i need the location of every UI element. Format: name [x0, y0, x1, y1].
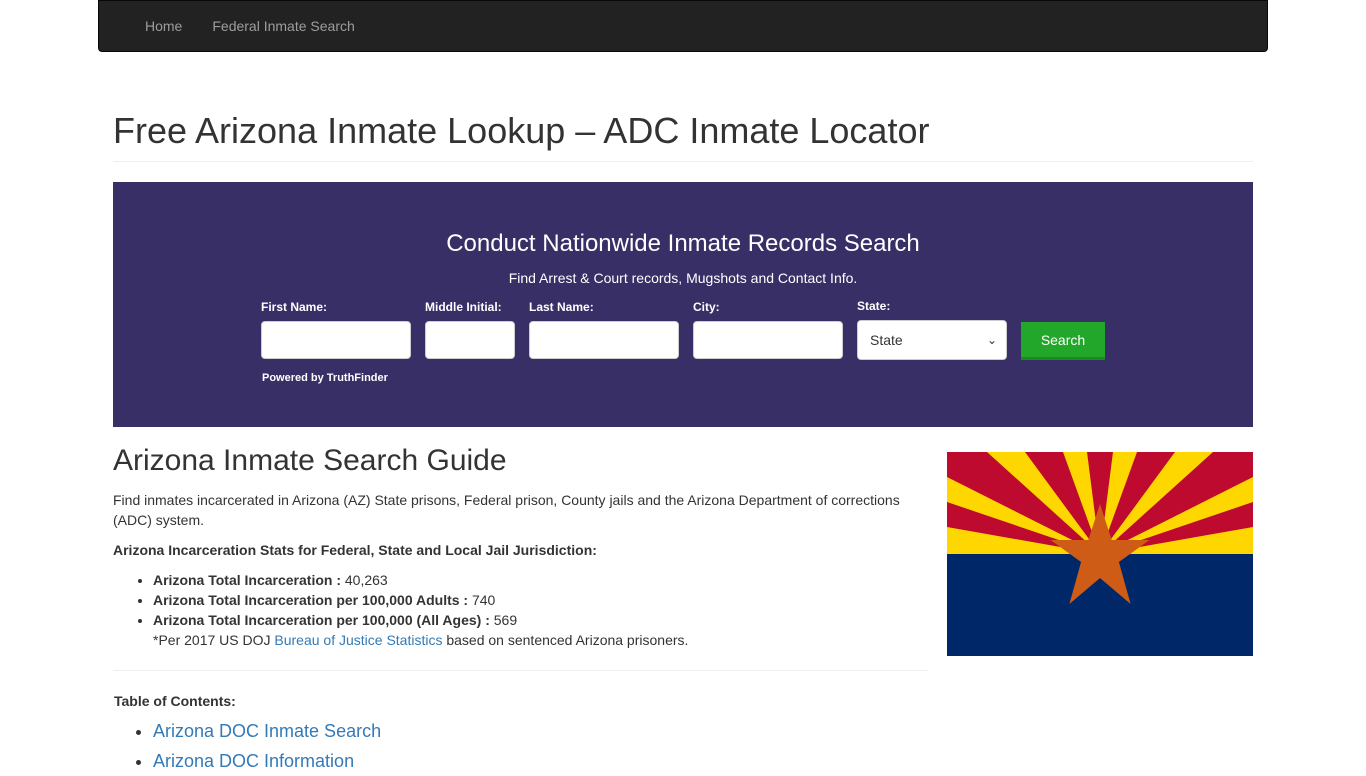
content-divider: [113, 670, 928, 671]
arizona-flag-image: [947, 452, 1253, 656]
toc-list: Arizona DOC Inmate Search Arizona DOC In…: [113, 716, 381, 776]
toc-link-doc-information[interactable]: Arizona DOC Information: [153, 751, 354, 771]
stat-item: Arizona Total Incarceration per 100,000 …: [153, 590, 517, 610]
stat-value: 569: [489, 612, 518, 628]
nav-federal-inmate-search-link[interactable]: Federal Inmate Search: [197, 1, 369, 51]
bjs-link[interactable]: Bureau of Justice Statistics: [274, 632, 442, 648]
stats-heading: Arizona Incarceration Stats for Federal,…: [113, 542, 597, 558]
stat-item: Arizona Total Incarceration per 100,000 …: [153, 610, 517, 630]
last-name-label: Last Name:: [529, 300, 594, 314]
toc-heading: Table of Contents:: [114, 693, 236, 709]
stat-label: Arizona Total Incarceration :: [153, 572, 341, 588]
first-name-label: First Name:: [261, 300, 328, 314]
guide-intro: Find inmates incarcerated in Arizona (AZ…: [113, 492, 900, 528]
state-select-value: State: [870, 332, 903, 348]
powered-by-text: Powered by TruthFinder: [262, 372, 388, 384]
stats-list: Arizona Total Incarceration : 40,263 Ari…: [113, 570, 517, 630]
guide-title: Arizona Inmate Search Guide: [113, 444, 507, 477]
stat-item: Arizona Total Incarceration : 40,263: [153, 570, 517, 590]
stat-value: 40,263: [341, 572, 388, 588]
search-panel-title: Conduct Nationwide Inmate Records Search: [446, 230, 920, 257]
last-name-group: Last Name:: [529, 299, 679, 359]
note-suffix: based on sentenced Arizona prisoners.: [442, 632, 689, 648]
stat-label: Arizona Total Incarceration per 100,000 …: [153, 592, 469, 608]
toc-item: Arizona DOC Inmate Search: [153, 716, 381, 746]
note-prefix: *Per 2017 US DOJ: [153, 632, 275, 648]
top-navbar: Home Federal Inmate Search: [98, 0, 1268, 52]
city-group: City:: [693, 299, 843, 359]
city-label: City:: [693, 300, 720, 314]
city-input[interactable]: [693, 321, 843, 359]
middle-initial-input[interactable]: [425, 321, 515, 359]
search-button[interactable]: Search: [1021, 322, 1105, 360]
middle-initial-group: Middle Initial:: [425, 299, 515, 359]
stat-label: Arizona Total Incarceration per 100,000 …: [153, 612, 490, 628]
state-label: State:: [857, 299, 891, 313]
first-name-group: First Name:: [261, 299, 411, 359]
state-group: State: State ⌄: [857, 298, 1007, 360]
toc-link-doc-inmate-search[interactable]: Arizona DOC Inmate Search: [153, 721, 381, 741]
state-select[interactable]: State ⌄: [857, 320, 1007, 360]
inmate-search-panel: Conduct Nationwide Inmate Records Search…: [113, 182, 1253, 427]
toc-item: Arizona DOC Information: [153, 746, 381, 776]
first-name-input[interactable]: [261, 321, 411, 359]
stat-value: 740: [468, 592, 496, 608]
middle-initial-label: Middle Initial:: [425, 300, 502, 314]
chevron-down-icon: ⌄: [986, 333, 997, 347]
stats-source-note: *Per 2017 US DOJ Bureau of Justice Stati…: [113, 630, 688, 650]
title-divider: [113, 161, 1253, 162]
page-title: Free Arizona Inmate Lookup – ADC Inmate …: [113, 110, 930, 151]
search-panel-subtitle: Find Arrest & Court records, Mugshots an…: [508, 270, 858, 286]
last-name-input[interactable]: [529, 321, 679, 359]
nav-home-link[interactable]: Home: [130, 1, 197, 51]
